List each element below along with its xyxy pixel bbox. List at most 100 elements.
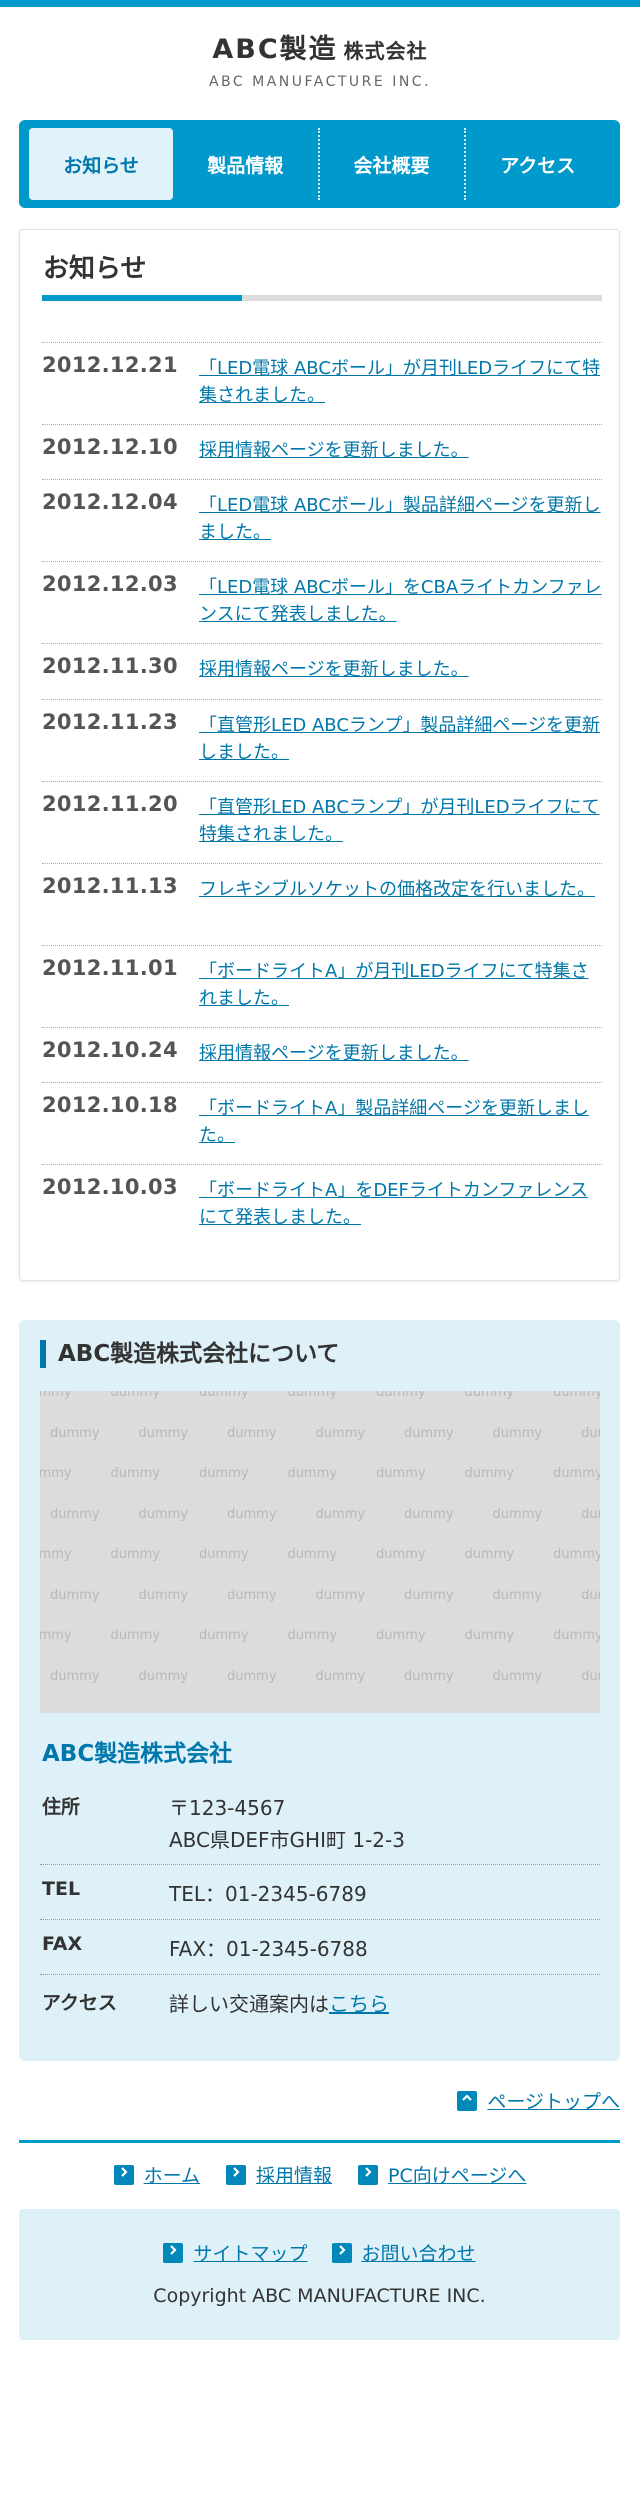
info-row-access: アクセス 詳しい交通案内はこちら — [40, 1975, 600, 2030]
news-date: 2012.11.20 — [42, 792, 178, 816]
news-date: 2012.12.10 — [42, 435, 178, 459]
news-item: 2012.12.10 採用情報ページを更新しました。 — [42, 424, 602, 479]
nav-item-products[interactable]: 製品情報 — [173, 128, 317, 200]
fax-label: FAX — [42, 1933, 83, 1955]
info-row-fax: FAX FAX：01-2345-6788 — [40, 1920, 600, 1975]
logo-main-text: ABC製造 — [212, 34, 338, 65]
news-item: 2012.10.18 「ボードライトA」製品詳細ページを更新しました。 — [42, 1082, 602, 1164]
news-item: 2012.11.20 「直管形LED ABCランプ」が月刊LEDライフにて特集され… — [42, 781, 602, 863]
footer: サイトマップ お問い合わせ Copyright ABC MANUFACTURE … — [19, 2209, 620, 2340]
footer-link-label: PC向けページへ — [388, 2165, 527, 2187]
news-link[interactable]: 「直管形LED ABCランプ」が月刊LEDライフにて特集されました。 — [199, 782, 602, 848]
company-name: ABC製造株式会社 — [42, 1741, 233, 1767]
news-date: 2012.10.03 — [42, 1175, 178, 1199]
news-date: 2012.11.23 — [42, 710, 178, 734]
news-link[interactable]: 採用情報ページを更新しました。 — [199, 1028, 602, 1067]
news-item: 2012.10.24 採用情報ページを更新しました。 — [42, 1027, 602, 1082]
logo-mark: ABC製造 株式会社 — [212, 33, 427, 68]
page-top-label: ページトップへ — [487, 2091, 620, 2113]
news-item: 2012.11.13 フレキシブルソケットの価格改定を行いました。 — [42, 863, 602, 945]
info-row-address: 住所 〒123-4567 ABC県DEF市GHI町 1-2-3 — [40, 1779, 600, 1865]
news-item: 2012.11.23 「直管形LED ABCランプ」製品詳細ページを更新しました。 — [42, 699, 602, 781]
chevron-right-icon — [113, 2164, 134, 2185]
nav-item-news[interactable]: お知らせ — [29, 128, 174, 200]
company-info-table: 住所 〒123-4567 ABC県DEF市GHI町 1-2-3 TEL TEL：… — [40, 1779, 600, 2030]
news-link[interactable]: 「LED電球 ABCボール」をCBAライトカンファレンスにて発表しました。 — [199, 562, 602, 628]
news-date: 2012.11.30 — [42, 654, 178, 678]
chevron-right-icon — [331, 2242, 352, 2263]
news-item: 2012.11.01 「ボードライトA」が月刊LEDライフにて特集されました。 — [42, 945, 602, 1027]
news-link[interactable]: 「直管形LED ABCランプ」製品詳細ページを更新しました。 — [199, 700, 602, 766]
copyright: Copyright ABC MANUFACTURE INC. — [153, 2285, 486, 2307]
fax-value: FAX：01-2345-6788 — [169, 1937, 368, 1961]
logo-suffix-text: 株式会社 — [343, 39, 428, 63]
address-street: ABC県DEF市GHI町 1-2-3 — [169, 1828, 405, 1852]
news-section: お知らせ 2012.12.21 「LED電球 ABCボール」が月刊LEDライフにて… — [19, 229, 620, 1281]
footer-sub-nav: サイトマップ お問い合わせ — [19, 2239, 620, 2266]
footer-link-label: ホーム — [143, 2165, 201, 2187]
access-value: 詳しい交通案内はこちら — [169, 1988, 600, 2030]
about-section: ABC製造株式会社について dummy dummy dummy dummy du… — [19, 1320, 620, 2061]
logo-subtitle: ABC MANUFACTURE INC. — [208, 74, 432, 90]
footer-divider — [19, 2140, 620, 2143]
news-link[interactable]: 採用情報ページを更新しました。 — [199, 644, 602, 683]
news-link[interactable]: フレキシブルソケットの価格改定を行いました。 — [199, 864, 602, 903]
news-link[interactable]: 「ボードライトA」製品詳細ページを更新しました。 — [199, 1083, 602, 1149]
news-link[interactable]: 採用情報ページを更新しました。 — [199, 425, 602, 464]
news-link[interactable]: 「LED電球 ABCボール」が月刊LEDライフにて特集されました。 — [199, 343, 602, 409]
news-item: 2012.12.03 「LED電球 ABCボール」をCBAライトカンファレンスにて… — [42, 561, 602, 643]
footer-link-contact[interactable]: お問い合わせ — [331, 2239, 476, 2266]
nav-item-company[interactable]: 会社概要 — [317, 128, 464, 200]
news-date: 2012.11.01 — [42, 956, 178, 980]
chevron-up-icon — [457, 2090, 478, 2111]
access-text: 詳しい交通案内は — [169, 1992, 329, 2016]
footer-link-recruit[interactable]: 採用情報 — [226, 2161, 332, 2188]
news-date: 2012.10.24 — [42, 1038, 178, 1062]
news-link[interactable]: 「ボードライトA」をDEFライトカンファレンスにて発表しました。 — [199, 1165, 602, 1231]
chevron-right-icon — [358, 2164, 379, 2185]
placeholder-pattern-row: dummy dummy dummy dummy dummy dummy dumm… — [50, 1506, 600, 1522]
address-label: 住所 — [42, 1796, 81, 1818]
news-date: 2012.12.03 — [42, 572, 178, 596]
news-date: 2012.11.13 — [42, 874, 178, 898]
news-list: 2012.12.21 「LED電球 ABCボール」が月刊LEDライフにて特集されま… — [42, 342, 602, 1246]
placeholder-pattern-row: dummy dummy dummy dummy dummy dummy dumm… — [40, 1547, 600, 1562]
info-row-tel: TEL TEL：01-2345-6789 — [40, 1865, 600, 1920]
page-top-link[interactable]: ページトップへ — [457, 2087, 620, 2114]
placeholder-pattern-row: dummy dummy dummy dummy dummy dummy dumm… — [50, 1587, 600, 1603]
chevron-right-icon — [226, 2164, 247, 2185]
placeholder-pattern-row: dummy dummy dummy dummy dummy dummy dumm… — [40, 1628, 600, 1643]
news-date: 2012.12.21 — [42, 353, 178, 377]
footer-link-label: 採用情報 — [256, 2165, 333, 2187]
news-link[interactable]: 「LED電球 ABCボール」製品詳細ページを更新しました。 — [199, 480, 602, 546]
news-item: 2012.12.21 「LED電球 ABCボール」が月刊LEDライフにて特集されま… — [42, 342, 602, 424]
footer-link-label: お問い合わせ — [361, 2243, 476, 2265]
placeholder-pattern-row: dummy dummy dummy dummy dummy dummy dumm… — [50, 1425, 600, 1441]
top-accent-bar — [0, 0, 640, 7]
site-logo[interactable]: ABC製造 株式会社 ABC MANUFACTURE INC. — [0, 33, 640, 90]
footer-link-home[interactable]: ホーム — [113, 2161, 201, 2188]
tel-value: TEL：01-2345-6789 — [169, 1882, 367, 1906]
footer-link-sitemap[interactable]: サイトマップ — [163, 2239, 308, 2266]
news-link[interactable]: 「ボードライトA」が月刊LEDライフにて特集されました。 — [199, 946, 602, 1012]
tel-label: TEL — [42, 1878, 81, 1900]
news-heading-underline-accent — [42, 295, 242, 301]
footer-nav: ホーム 採用情報 PC向けページへ — [0, 2161, 640, 2188]
address-value: 〒123-4567 ABC県DEF市GHI町 1-2-3 — [169, 1792, 600, 1864]
global-nav: お知らせ 製品情報 会社概要 アクセス — [19, 120, 620, 208]
nav-item-access[interactable]: アクセス — [463, 128, 610, 200]
footer-link-label: サイトマップ — [193, 2243, 308, 2265]
company-image-placeholder: dummy dummy dummy dummy dummy dummy dumm… — [40, 1391, 600, 1713]
news-item: 2012.12.04 「LED電球 ABCボール」製品詳細ページを更新しました。 — [42, 479, 602, 561]
news-date: 2012.12.04 — [42, 490, 178, 514]
news-heading-underline — [42, 295, 602, 301]
placeholder-pattern-row: dummy dummy dummy dummy dummy dummy dumm… — [40, 1466, 600, 1481]
footer-link-pc-site[interactable]: PC向けページへ — [358, 2161, 526, 2188]
address-postal: 〒123-4567 — [169, 1796, 286, 1820]
news-heading: お知らせ — [43, 254, 147, 284]
news-item: 2012.10.03 「ボードライトA」をDEFライトカンファレンスにて発表しまし… — [42, 1164, 602, 1246]
placeholder-pattern-row: dummy dummy dummy dummy dummy dummy dumm… — [40, 1391, 600, 1400]
chevron-right-icon — [163, 2242, 184, 2263]
access-link[interactable]: こちら — [329, 1992, 389, 2016]
about-heading: ABC製造株式会社について — [40, 1340, 340, 1368]
